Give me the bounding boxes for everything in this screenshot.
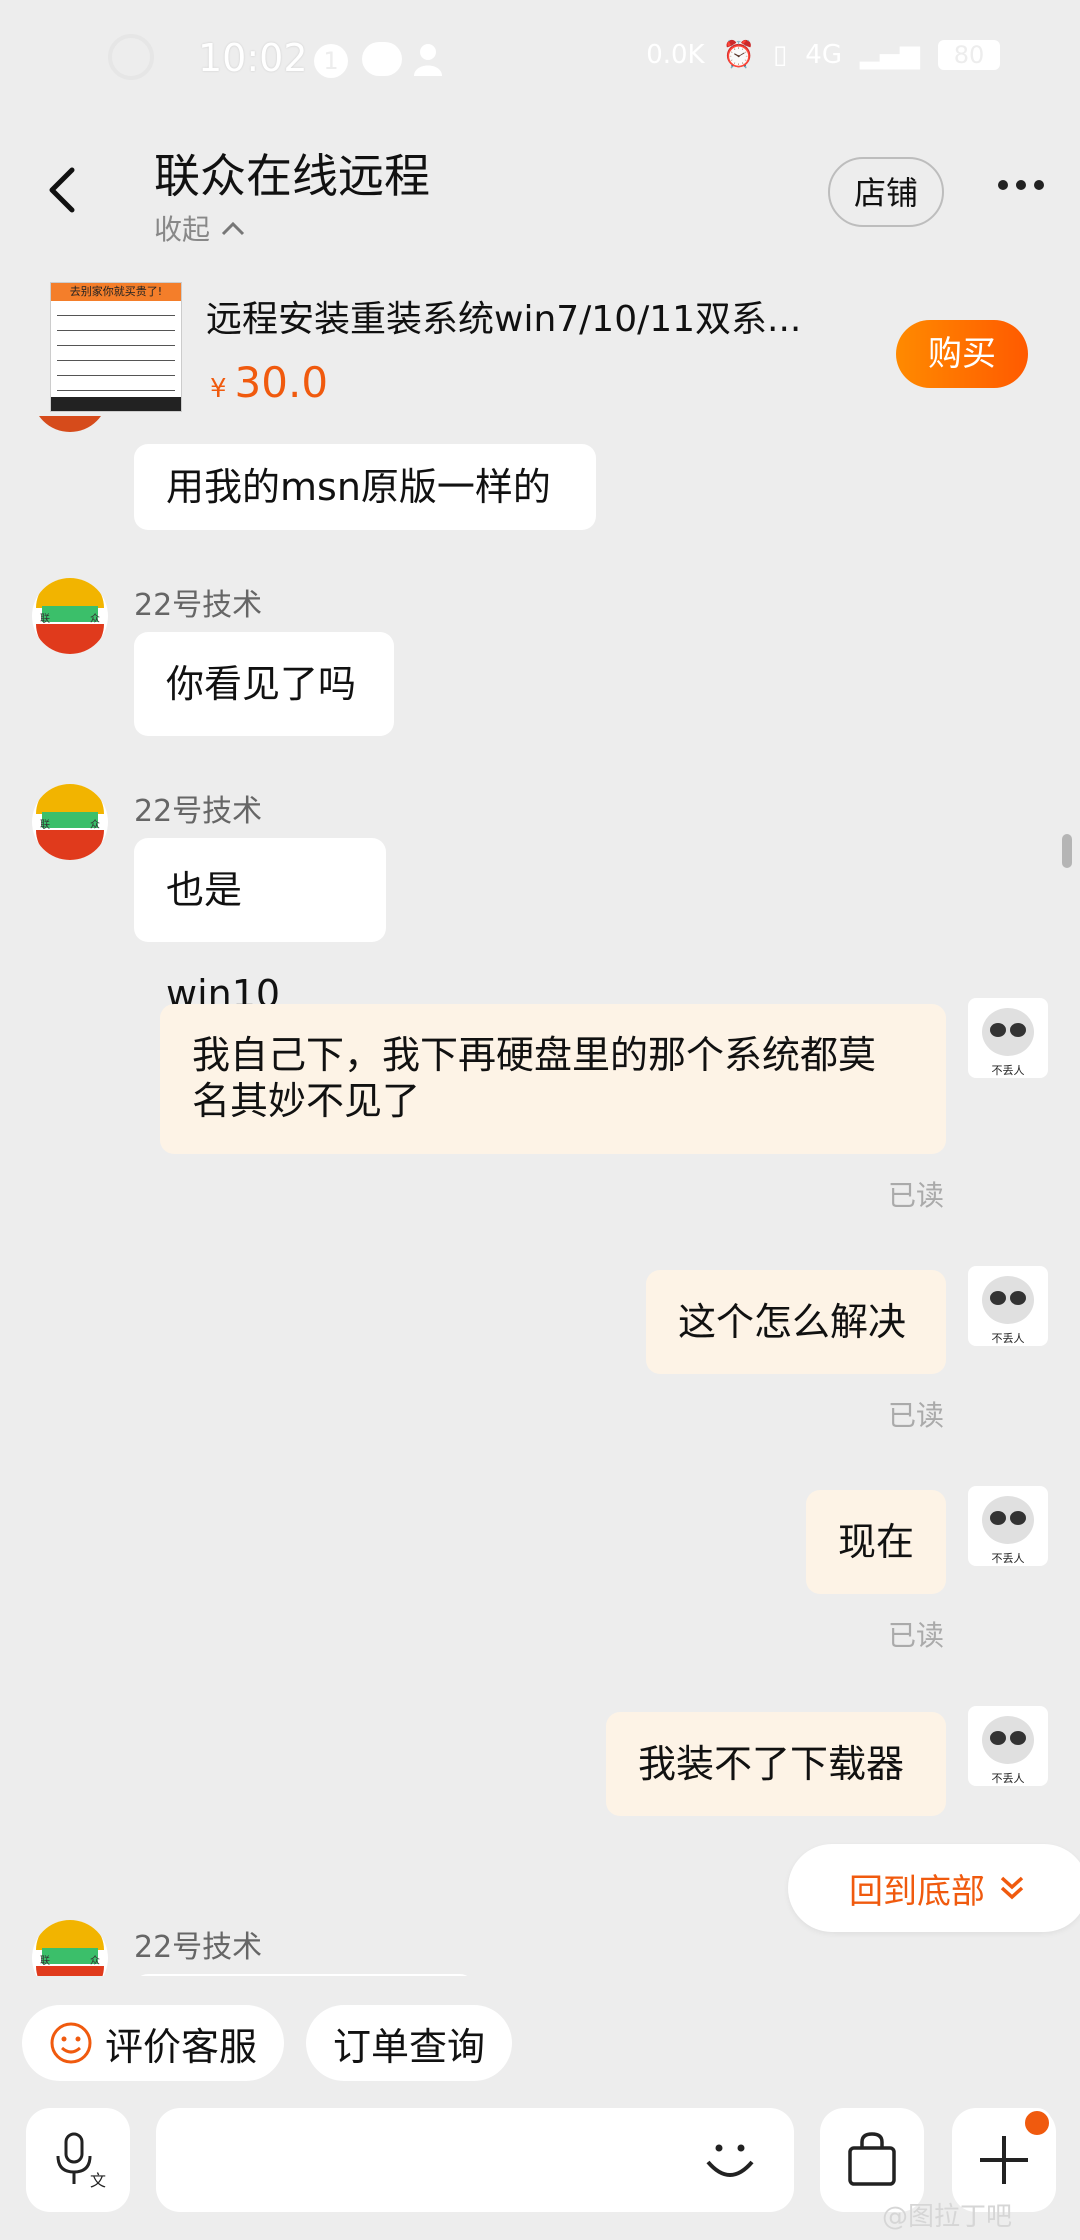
svg-text:不丢人: 不丢人: [992, 1552, 1025, 1565]
my-message-bubble[interactable]: 我自己下，我下再硬盘里的那个系统都莫 名其妙不见了: [160, 1004, 946, 1154]
chat-area: 用我的msn原版一样的 联众 22号技术 你看见了吗 联众 22号技术 也是wi…: [0, 416, 1080, 1976]
chevron-up-icon: [221, 221, 245, 236]
my-message-bubble[interactable]: 我装不了下载器: [606, 1712, 946, 1816]
read-status: 已读: [888, 1179, 945, 1212]
svg-text:不丢人: 不丢人: [992, 1064, 1025, 1077]
shop-avatar[interactable]: 联众: [32, 1920, 108, 1976]
svg-text:联: 联: [40, 819, 50, 831]
my-avatar[interactable]: 不丢人: [968, 1266, 1048, 1346]
status-ring-icon: [108, 34, 154, 80]
my-avatar[interactable]: 不丢人: [968, 1706, 1048, 1786]
chat-notification-icon: [362, 42, 402, 76]
shop-button[interactable]: 店铺: [828, 157, 944, 227]
status-bar: 10:02 1 0.0K ⏰ ▯ 4G ▂▄▆ 80: [0, 0, 1080, 120]
my-message-bubble[interactable]: 这个怎么解决: [646, 1270, 946, 1374]
sender-name: 22号技术: [134, 588, 263, 623]
more-menu-icon[interactable]: [998, 180, 1046, 196]
svg-text:文: 文: [90, 2171, 106, 2190]
voice-input-button[interactable]: 文: [26, 2108, 130, 2212]
rate-service-button[interactable]: 评价客服: [22, 2005, 284, 2081]
message-bubble[interactable]: 用我的msn原版一样的: [134, 444, 596, 530]
shop-avatar[interactable]: 联众: [32, 578, 108, 654]
rate-service-label: 评价客服: [104, 2024, 257, 2069]
message-bubble-partial[interactable]: [134, 1974, 474, 1976]
read-status: 已读: [888, 1399, 945, 1432]
read-status: 已读: [888, 1619, 945, 1652]
back-to-bottom-label: 回到底部: [849, 1871, 985, 1912]
person-notification-icon: [414, 44, 442, 76]
notification-count-badge: 1: [314, 44, 348, 78]
thumbnail-banner: 去别家你就买贵了!: [51, 283, 181, 301]
buy-button[interactable]: 购买: [896, 320, 1028, 388]
shopping-bag-icon: [848, 2132, 896, 2186]
product-title: 远程安装重装系统win7/10/11双系...: [206, 299, 802, 340]
battery-icon: 80: [938, 40, 1000, 70]
watermark: @图拉丁吧: [882, 2202, 1013, 2232]
message-bubble[interactable]: 也是win10: [134, 838, 386, 1016]
svg-text:不丢人: 不丢人: [992, 1772, 1025, 1785]
emoji-icon[interactable]: [700, 2130, 760, 2190]
my-message-bubble[interactable]: 现在: [806, 1490, 946, 1594]
vibrate-icon: ▯: [772, 40, 788, 70]
svg-text:众: 众: [90, 1955, 100, 1967]
plus-icon: [980, 2136, 1028, 2184]
message-bubble[interactable]: 你看见了吗: [134, 632, 394, 736]
scrollbar-thumb[interactable]: [1062, 834, 1072, 868]
avatar-partial: [32, 416, 108, 432]
my-avatar[interactable]: 不丢人: [968, 1486, 1048, 1566]
signal-4g-icon: 4G: [805, 40, 842, 70]
notification-dot: [1022, 2108, 1052, 2138]
shop-avatar[interactable]: 联众: [32, 784, 108, 860]
my-avatar[interactable]: 不丢人: [968, 998, 1048, 1078]
sender-name: 22号技术: [134, 794, 263, 829]
shop-title: 联众在线远程: [154, 149, 430, 203]
product-price: ¥30.0: [210, 358, 329, 407]
order-query-label: 订单查询: [332, 2024, 485, 2069]
message-input[interactable]: [156, 2108, 794, 2212]
svg-text:不丢人: 不丢人: [992, 1332, 1025, 1345]
status-right-cluster: 0.0K ⏰ ▯ 4G ▂▄▆ 80: [646, 40, 1000, 70]
currency-symbol: ¥: [210, 374, 227, 404]
smiley-icon: [50, 2022, 92, 2064]
collapse-toggle[interactable]: 收起: [154, 208, 246, 248]
signal-bars-icon: ▂▄▆: [860, 40, 920, 70]
net-speed: 0.0K: [646, 40, 705, 70]
product-thumbnail[interactable]: 去别家你就买贵了!: [50, 282, 182, 412]
svg-text:众: 众: [90, 819, 100, 831]
alarm-icon: ⏰: [722, 40, 755, 70]
svg-text:联: 联: [40, 613, 50, 625]
microphone-icon: 文: [56, 2132, 106, 2190]
status-time: 10:02: [198, 36, 308, 80]
back-to-bottom-button[interactable]: 回到底部: [788, 1844, 1080, 1932]
svg-text:众: 众: [90, 613, 100, 625]
back-arrow-icon[interactable]: [40, 160, 86, 220]
collapse-label: 收起: [154, 213, 211, 246]
svg-text:联: 联: [40, 1955, 50, 1967]
order-query-button[interactable]: 订单查询: [306, 2005, 512, 2081]
double-chevron-down-icon: [1000, 1876, 1024, 1900]
sender-name: 22号技术: [134, 1930, 263, 1965]
